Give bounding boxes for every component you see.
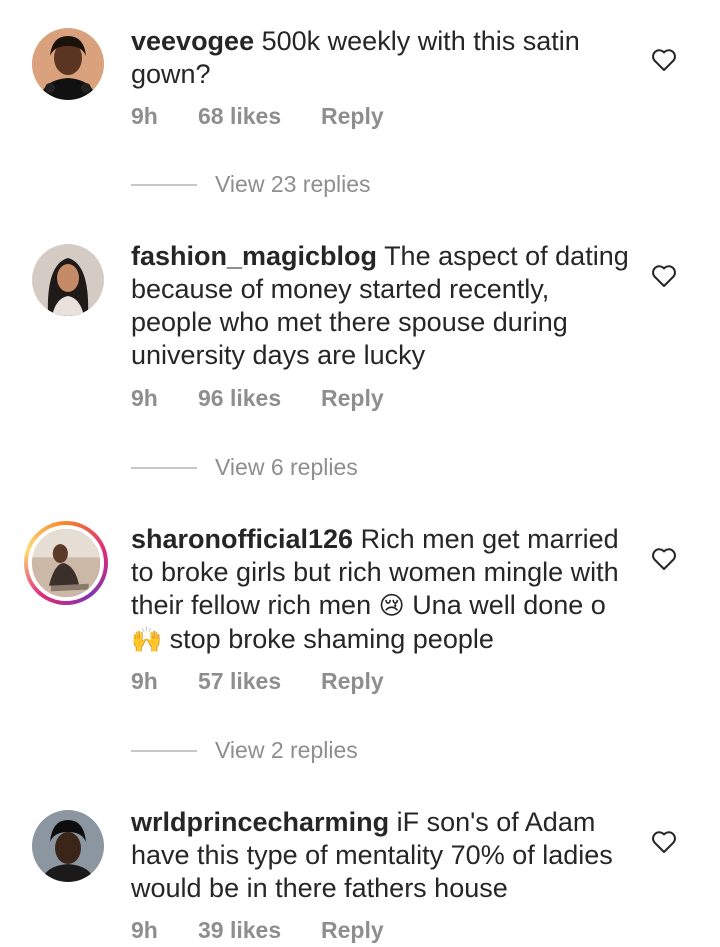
heart-outline-icon[interactable] bbox=[651, 48, 677, 72]
view-replies-button[interactable]: View 2 replies bbox=[131, 737, 431, 767]
view-replies-button[interactable]: View 6 replies bbox=[131, 454, 431, 484]
view-replies-label: View 23 replies bbox=[215, 171, 371, 197]
divider-line bbox=[131, 467, 197, 469]
comment-time: 9h bbox=[131, 103, 158, 129]
comment-body: Una well done o bbox=[412, 590, 606, 620]
reply-button[interactable]: Reply bbox=[321, 917, 384, 944]
divider-line bbox=[131, 184, 197, 186]
comment-time: 9h bbox=[131, 385, 158, 411]
avatar[interactable] bbox=[32, 244, 104, 316]
view-replies-button[interactable]: View 23 replies bbox=[131, 171, 431, 201]
heart-outline-icon[interactable] bbox=[651, 830, 677, 854]
comment-text: veevogee 500k weekly with this satin gow… bbox=[131, 25, 631, 91]
avatar bbox=[28, 525, 104, 601]
comment-username[interactable]: sharonofficial126 bbox=[131, 524, 353, 554]
view-replies-label: View 6 replies bbox=[215, 454, 358, 480]
comment-text: fashion_magicblog The aspect of dating b… bbox=[131, 240, 631, 372]
avatar[interactable] bbox=[32, 810, 104, 882]
reply-button[interactable]: Reply bbox=[321, 385, 384, 412]
comment-likes[interactable]: 68 likes bbox=[198, 103, 281, 130]
comment-likes[interactable]: 57 likes bbox=[198, 668, 281, 695]
comment-text: sharonofficial126 Rich men get married t… bbox=[131, 523, 631, 657]
comment-time: 9h bbox=[131, 917, 158, 943]
view-replies-label: View 2 replies bbox=[215, 737, 358, 763]
comment-username[interactable]: wrldprincecharming bbox=[131, 807, 389, 837]
reply-button[interactable]: Reply bbox=[321, 103, 384, 130]
raising-hands-emoji: 🙌 bbox=[131, 626, 163, 654]
avatar[interactable] bbox=[32, 28, 104, 100]
comment-username[interactable]: fashion_magicblog bbox=[131, 241, 377, 271]
comment-body: stop broke shaming people bbox=[169, 624, 494, 654]
comment-text: wrldprincecharming iF son's of Adam have… bbox=[131, 806, 631, 905]
comment-likes[interactable]: 96 likes bbox=[198, 385, 281, 412]
comment-username[interactable]: veevogee bbox=[131, 26, 254, 56]
comment-time: 9h bbox=[131, 668, 158, 694]
crying-face-emoji: 😢 bbox=[378, 592, 405, 620]
heart-outline-icon[interactable] bbox=[651, 547, 677, 571]
heart-outline-icon[interactable] bbox=[651, 264, 677, 288]
reply-button[interactable]: Reply bbox=[321, 668, 384, 695]
comment-likes[interactable]: 39 likes bbox=[198, 917, 281, 944]
divider-line bbox=[131, 750, 197, 752]
avatar-story-ring[interactable] bbox=[24, 521, 108, 605]
